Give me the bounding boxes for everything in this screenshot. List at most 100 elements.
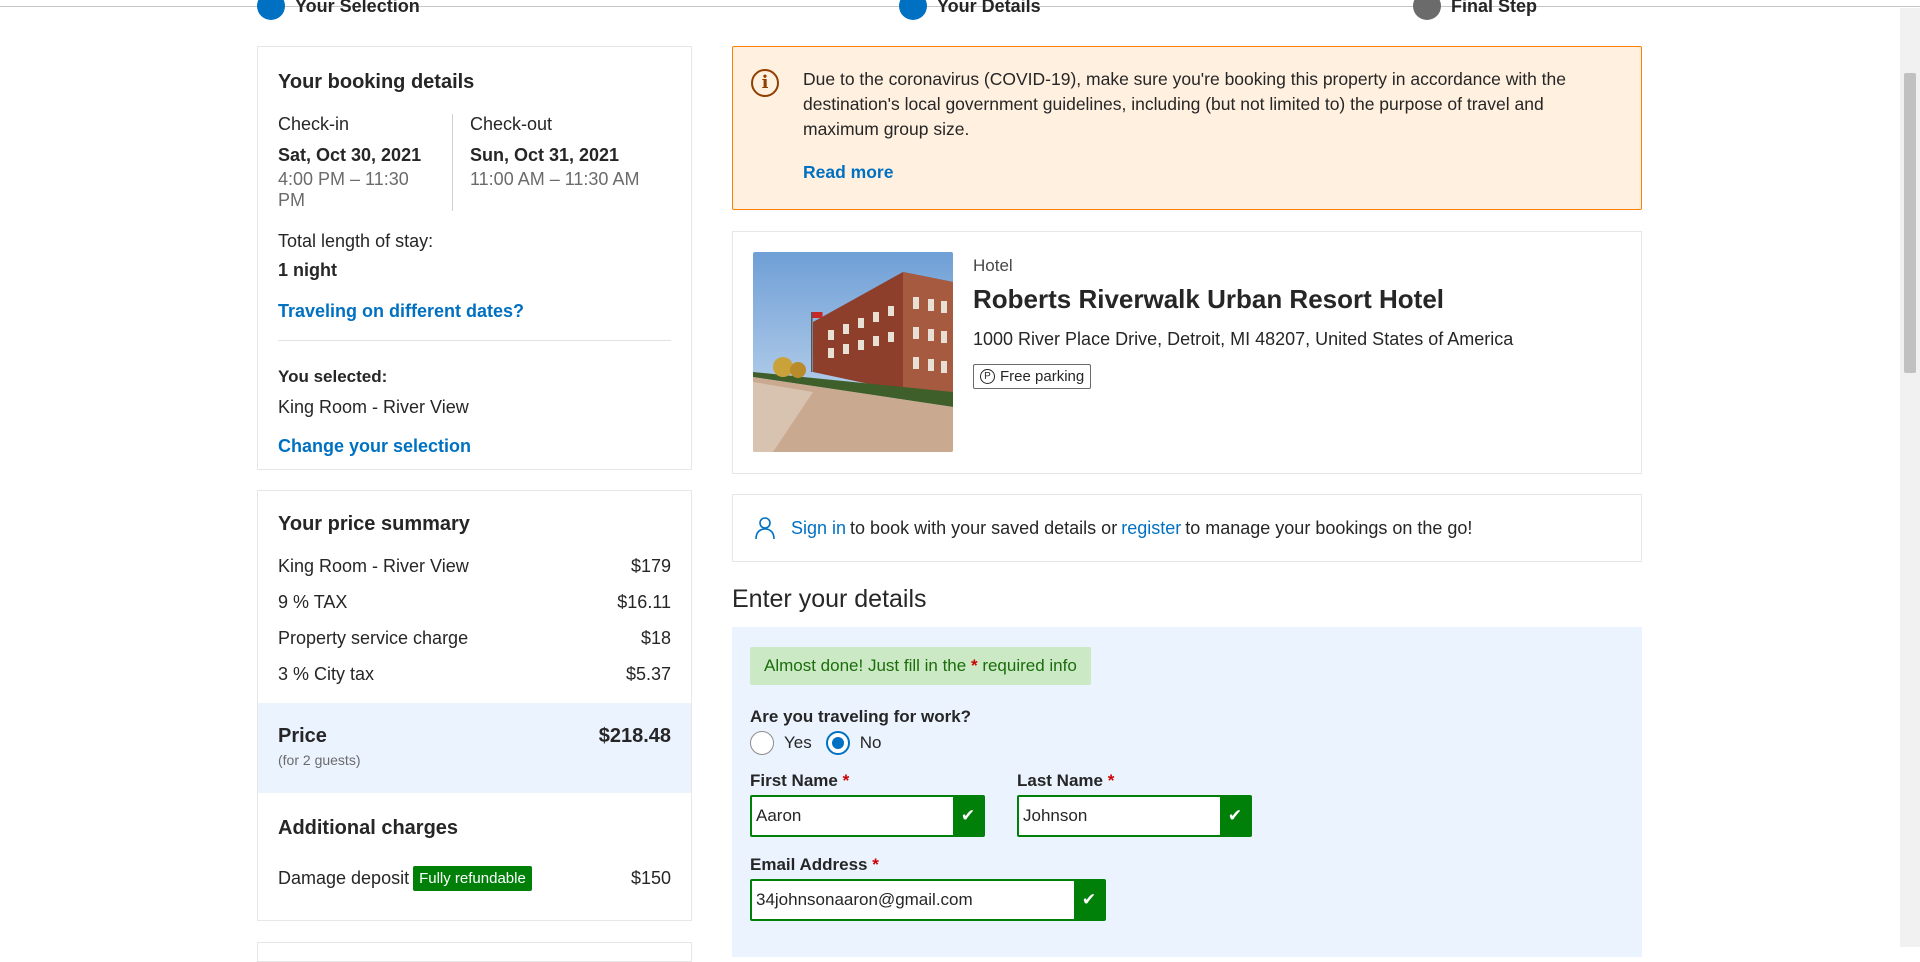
price-row: Property service charge $18 [278, 628, 671, 649]
selected-value: King Room - River View [278, 397, 469, 417]
required-star: * [872, 855, 879, 874]
free-parking-label: Free parking [1000, 368, 1085, 385]
work-travel-yes[interactable]: Yes [750, 731, 812, 755]
damage-deposit-value: $150 [630, 868, 671, 888]
hotel-photo[interactable] [753, 252, 953, 452]
checkin-time: 4:00 PM – 11:30 PM [278, 169, 409, 210]
step-your-selection[interactable]: Your Selection [257, 0, 420, 20]
email-input-wrap: ✔ [750, 879, 1106, 921]
free-parking-badge: P Free parking [973, 364, 1092, 389]
register-text: to manage your bookings on the go! [1185, 517, 1473, 538]
hotel-address: 1000 River Place Drive, Detroit, MI 4820… [973, 329, 1514, 349]
parking-icon: P [980, 369, 995, 384]
checkout-label: Check-out [470, 114, 553, 134]
step-current-icon [899, 0, 927, 20]
radio-no-label: No [859, 733, 882, 752]
different-dates-link[interactable]: Traveling on different dates? [278, 301, 524, 321]
read-more-link[interactable]: Read more [803, 160, 1621, 185]
selected-room: You selected: King Room - River View [278, 367, 671, 418]
user-icon [755, 517, 775, 540]
valid-check-icon: ✔ [953, 797, 983, 835]
page-scrollbar[interactable] [1900, 8, 1920, 947]
price-row-label: 3 % City tax [278, 664, 375, 684]
booking-details-panel: Your booking details Check-in Sat, Oct 3… [257, 46, 692, 470]
price-row: 9 % TAX $16.11 [278, 592, 671, 613]
alert-text-pre: Almost done! Just fill in the [764, 656, 967, 675]
change-selection-link[interactable]: Change your selection [278, 436, 671, 457]
info-icon: i [751, 69, 779, 97]
required-star: * [842, 771, 850, 790]
email-input[interactable] [752, 881, 1074, 919]
different-dates-section: Traveling on different dates? [278, 301, 671, 341]
price-row-label: 9 % TAX [278, 592, 348, 612]
price-row-value: $179 [630, 556, 671, 576]
damage-deposit-label: Damage deposit [278, 868, 410, 888]
additional-charges: Additional charges Damage deposit Fully … [258, 793, 691, 891]
hotel-info: Hotel Roberts Riverwalk Urban Resort Hot… [973, 256, 1513, 389]
fully-refundable-badge: Fully refundable [413, 866, 532, 891]
hotel-name: Roberts Riverwalk Urban Resort Hotel [973, 284, 1445, 314]
price-summary-panel: Your price summary King Room - River Vie… [257, 490, 692, 921]
sign-in-link[interactable]: Sign in [791, 518, 846, 539]
work-travel-no[interactable]: No [825, 731, 882, 755]
email-label: Email Address * [750, 855, 879, 874]
work-travel-question: Are you traveling for work? [750, 707, 972, 726]
step-label: Your Details [937, 0, 1041, 16]
register-link[interactable]: register [1121, 518, 1181, 539]
step-your-details: Your Details [899, 0, 1041, 20]
step-label: Your Selection [295, 0, 420, 16]
name-fields: First Name * ✔ Last Name * ✔ [750, 771, 1624, 837]
price-summary-title: Your price summary [278, 513, 470, 535]
last-name-label: Last Name * [1017, 771, 1115, 790]
damage-deposit-row: Damage deposit Fully refundable $150 [278, 866, 671, 891]
price-row-value: $5.37 [625, 664, 671, 684]
stay-value: 1 night [278, 260, 337, 280]
property-type: Hotel [973, 256, 1013, 275]
total-price-guests: (for 2 guests) [278, 752, 361, 768]
checkout-block: Check-out Sun, Oct 31, 2021 11:00 AM – 1… [453, 114, 639, 211]
price-row-label: Property service charge [278, 628, 469, 648]
total-price-label: Price [278, 725, 327, 747]
progress-steps: Your Selection Your Details Final Step [257, 0, 1642, 20]
enter-details-heading: Enter your details [732, 585, 927, 613]
step-final-step: Final Step [1413, 0, 1537, 20]
stay-label: Total length of stay: [278, 231, 434, 251]
total-price-value: $218.48 [598, 725, 671, 747]
last-name-field: Last Name * ✔ [1017, 771, 1252, 837]
sign-in-text: to book with your saved details or [850, 517, 1118, 538]
first-name-input[interactable] [752, 797, 953, 835]
covid-text: Due to the coronavirus (COVID-19), make … [803, 69, 1567, 139]
last-name-input[interactable] [1019, 797, 1220, 835]
checkin-block: Check-in Sat, Oct 30, 2021 4:00 PM – 11:… [278, 114, 453, 211]
checkin-label: Check-in [278, 114, 350, 134]
email-field: Email Address * ✔ [750, 855, 1624, 921]
stay-length: Total length of stay: 1 night [278, 231, 671, 281]
booking-details-title: Your booking details [278, 71, 475, 93]
last-name-input-wrap: ✔ [1017, 795, 1252, 837]
checkout-date: Sun, Oct 31, 2021 [470, 145, 620, 165]
scrollbar-thumb[interactable] [1904, 73, 1916, 373]
first-name-input-wrap: ✔ [750, 795, 985, 837]
next-panel [257, 942, 692, 962]
total-price-box: Price (for 2 guests) $218.48 [258, 703, 691, 793]
required-info-alert: Almost done! Just fill in the * required… [750, 647, 1091, 685]
radio-yes[interactable] [750, 731, 774, 755]
required-star: * [970, 656, 978, 675]
selected-label: You selected: [278, 367, 388, 386]
valid-check-icon: ✔ [1220, 797, 1250, 835]
checkin-date: Sat, Oct 30, 2021 [278, 145, 422, 165]
price-row-value: $18 [640, 628, 671, 648]
booking-dates: Check-in Sat, Oct 30, 2021 4:00 PM – 11:… [278, 114, 671, 211]
step-check-icon [257, 0, 285, 20]
radio-no[interactable] [825, 731, 850, 755]
step-label: Final Step [1451, 0, 1538, 16]
first-name-label: First Name * [750, 771, 850, 790]
first-name-field: First Name * ✔ [750, 771, 985, 837]
price-row-value: $16.11 [617, 592, 671, 612]
alert-text-post: required info [982, 656, 1077, 675]
additional-charges-title: Additional charges [278, 817, 459, 839]
step-number-icon [1413, 0, 1441, 20]
valid-check-icon: ✔ [1074, 881, 1104, 919]
required-star: * [1107, 771, 1115, 790]
radio-yes-label: Yes [784, 733, 812, 752]
